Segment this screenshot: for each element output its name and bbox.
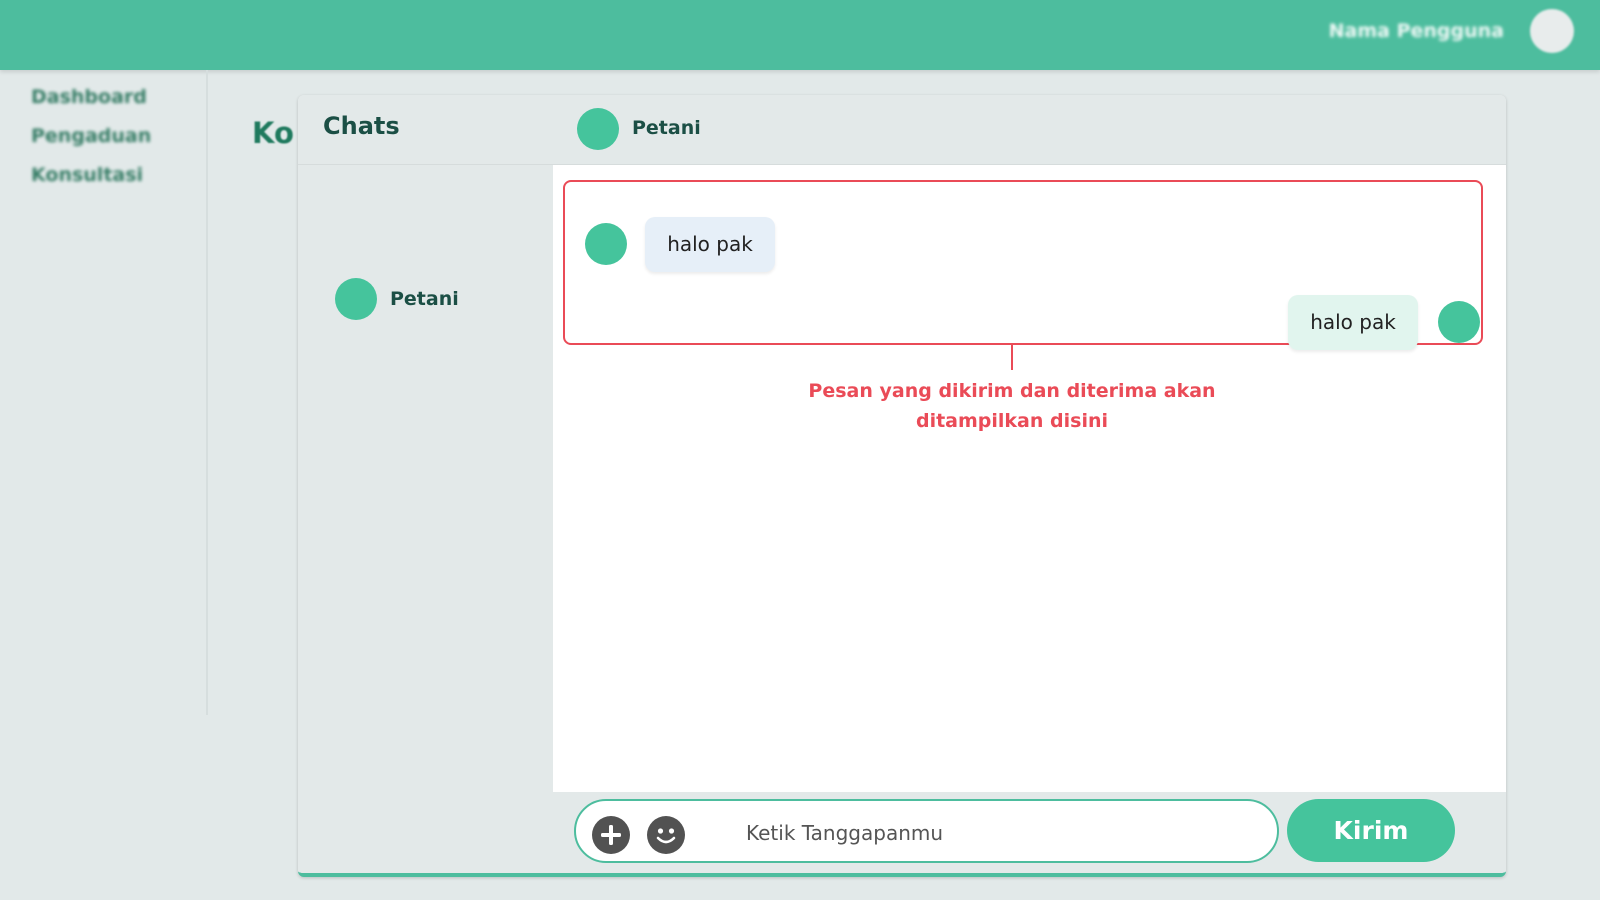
- contact-item[interactable]: Petani: [335, 278, 535, 322]
- user-avatar[interactable]: [1530, 9, 1574, 53]
- incoming-message-avatar: [585, 223, 627, 265]
- plus-circle-icon[interactable]: [592, 816, 630, 854]
- contact-name: Petani: [390, 288, 459, 310]
- chat-header: Chats Petani: [298, 95, 1506, 165]
- outgoing-message-bubble: halo pak: [1288, 295, 1418, 350]
- chat-list: Petani: [298, 165, 553, 873]
- active-contact-avatar: [577, 108, 619, 150]
- message-input-container: [574, 799, 1279, 863]
- annotation-highlight-box: halo pak halo pak: [563, 180, 1483, 350]
- sidebar: Dashboard Pengaduan Konsultasi: [0, 70, 208, 715]
- chats-title: Chats: [323, 112, 400, 140]
- active-contact-name: Petani: [632, 117, 701, 139]
- message-input-area: Kirim: [553, 792, 1506, 873]
- message-input[interactable]: [746, 815, 1246, 851]
- sidebar-item-dashboard[interactable]: Dashboard: [31, 86, 147, 108]
- chat-window: Chats Petani Petani halo pak halo pak Pe…: [298, 95, 1506, 877]
- page-title: Konsultasi: [252, 116, 296, 150]
- contact-avatar: [335, 278, 377, 320]
- smile-icon[interactable]: [647, 816, 685, 854]
- annotation-connector: [1011, 345, 1013, 370]
- username-label[interactable]: Nama Pengguna: [1329, 20, 1504, 42]
- incoming-message-bubble: halo pak: [645, 217, 775, 272]
- top-bar: Nama Pengguna: [0, 0, 1600, 70]
- annotation-text: Pesan yang dikirim dan diterima akan dit…: [808, 380, 1216, 432]
- send-button[interactable]: Kirim: [1287, 799, 1455, 862]
- sidebar-item-konsultasi[interactable]: Konsultasi: [31, 164, 143, 186]
- sidebar-item-pengaduan[interactable]: Pengaduan: [31, 125, 151, 147]
- message-area[interactable]: halo pak halo pak Pesan yang dikirim dan…: [553, 165, 1506, 792]
- outgoing-message-avatar: [1438, 301, 1480, 343]
